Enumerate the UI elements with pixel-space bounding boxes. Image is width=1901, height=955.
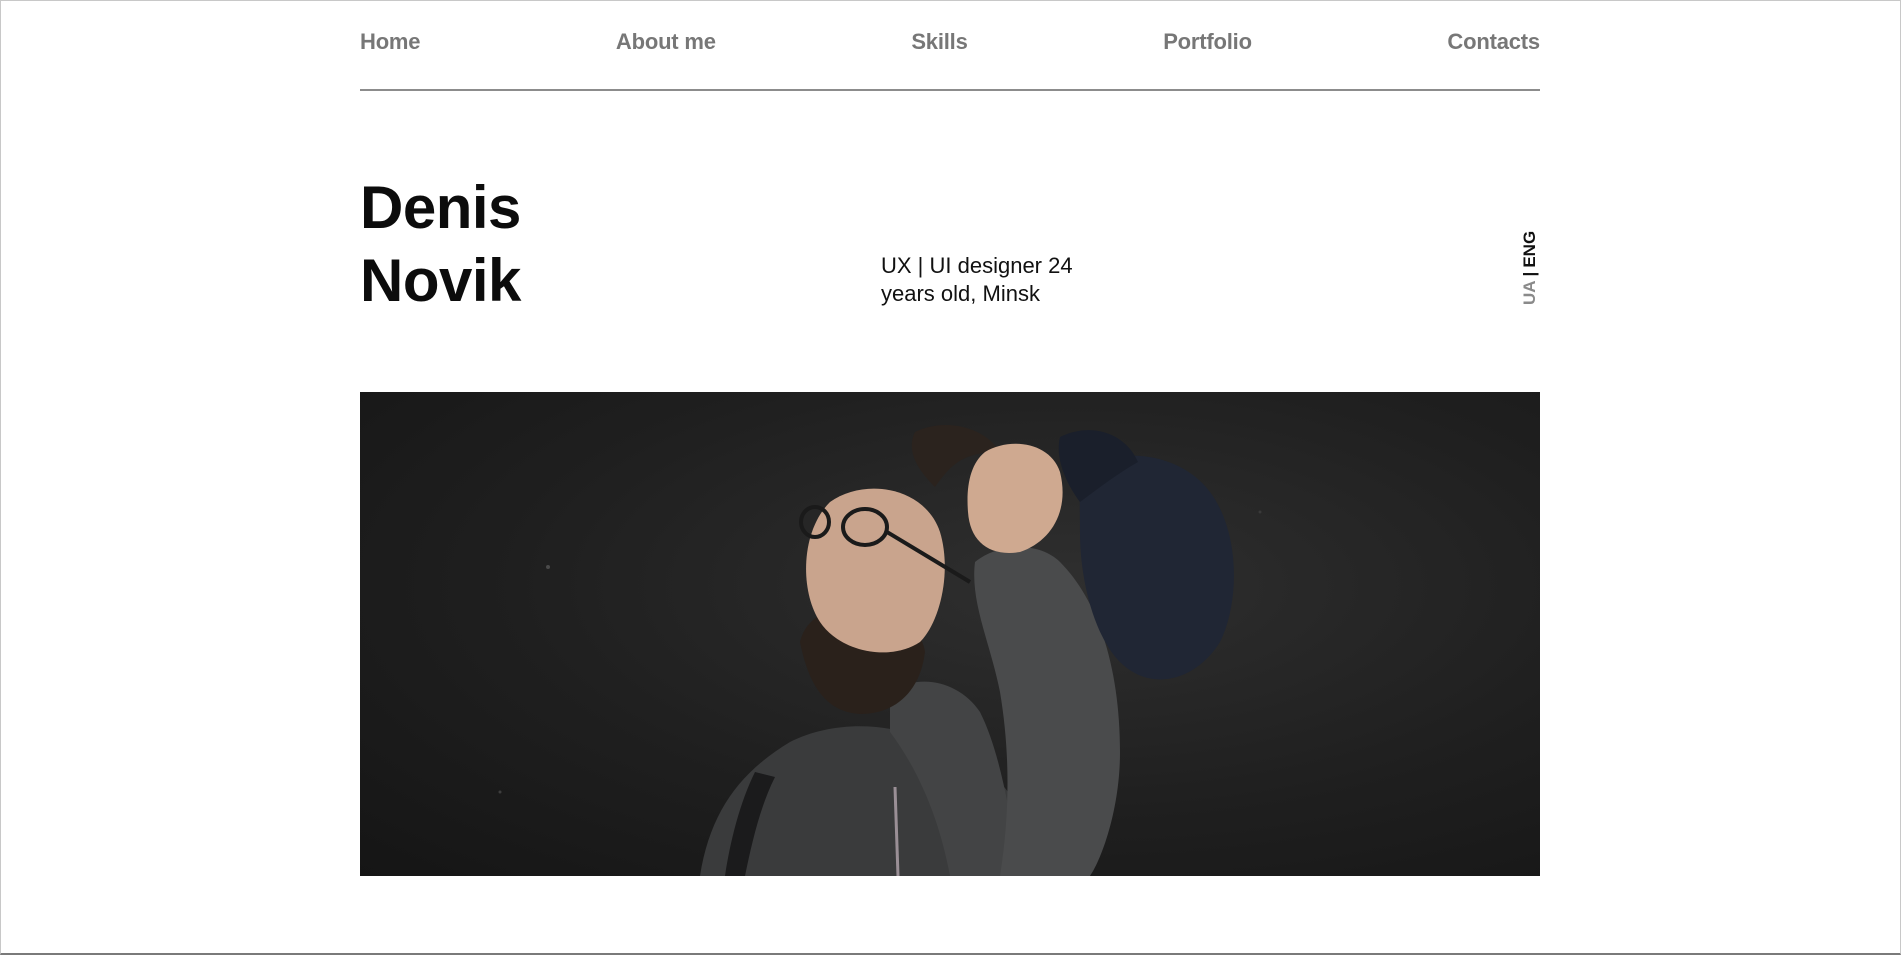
nav-about-link[interactable]: About me — [616, 29, 716, 55]
lang-ua-option[interactable]: UA — [1520, 280, 1539, 305]
lang-separator: | — [1520, 271, 1539, 277]
nav-home-link[interactable]: Home — [360, 29, 421, 55]
hero-name: Denis Novik — [360, 171, 521, 317]
main-nav: Home About me Skills Portfolio Contacts — [360, 29, 1540, 55]
page: Home About me Skills Portfolio Contacts … — [0, 0, 1901, 955]
hero-tagline: UX | UI designer 24 years old, Minsk — [881, 253, 1073, 306]
portrait-illustration — [498, 424, 1262, 876]
hero-last-name: Novik — [360, 247, 521, 314]
nav-contacts-link[interactable]: Contacts — [1447, 29, 1540, 55]
hero-photo — [360, 392, 1540, 876]
nav-skills-link[interactable]: Skills — [911, 29, 967, 55]
nav-divider — [360, 89, 1540, 91]
lang-eng-option[interactable]: ENG — [1520, 231, 1539, 268]
nav-portfolio-link[interactable]: Portfolio — [1163, 29, 1252, 55]
hero-first-name: Denis — [360, 174, 521, 241]
